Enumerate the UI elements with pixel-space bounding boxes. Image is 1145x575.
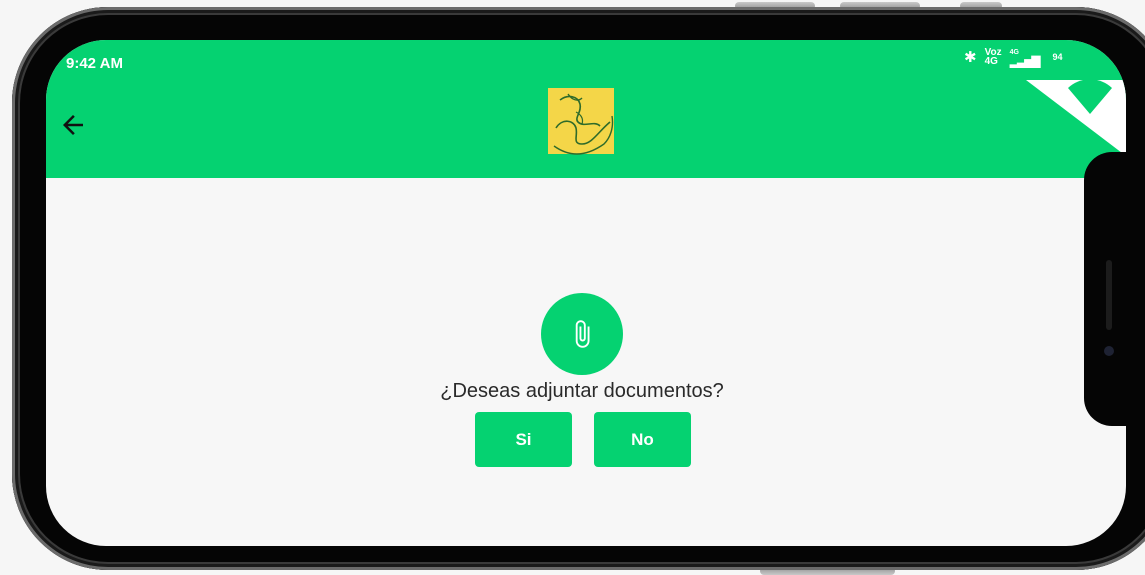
- yes-button[interactable]: Si: [475, 412, 572, 467]
- attachment-badge: [541, 293, 623, 375]
- no-button[interactable]: No: [594, 412, 691, 467]
- bluetooth-icon: ✱: [964, 49, 977, 66]
- arrow-left-icon[interactable]: [58, 110, 88, 140]
- phone-mockup: 9:42 AM ✱ Voz 4G 4G ▂▃▅▇ 94 ¿Deseas adju…: [0, 0, 1145, 575]
- app-logo: [548, 88, 614, 155]
- wifi-icon: [1026, 80, 1126, 156]
- voz-network: 4G: [984, 56, 998, 67]
- battery-level: 94: [1052, 52, 1063, 62]
- phone-screen: 9:42 AM ✱ Voz 4G 4G ▂▃▅▇ 94 ¿Deseas adju…: [46, 40, 1126, 546]
- signal-bars-icon: ▂▃▅▇: [1009, 54, 1041, 68]
- app-bar: 9:42 AM ✱ Voz 4G 4G ▂▃▅▇ 94: [46, 40, 1126, 178]
- front-camera: [1104, 346, 1114, 356]
- phone-notch: [1084, 152, 1145, 426]
- voz-indicator: Voz 4G: [984, 48, 1002, 67]
- status-time: 9:42 AM: [66, 55, 123, 72]
- paperclip-icon: [575, 320, 590, 348]
- attach-question: ¿Deseas adjuntar documentos?: [440, 380, 724, 402]
- earpiece-speaker: [1106, 260, 1112, 330]
- signal-indicator: 4G ▂▃▅▇: [1009, 49, 1041, 68]
- attach-prompt: ¿Deseas adjuntar documentos? Si No: [46, 178, 1126, 546]
- status-icons: ✱ Voz 4G 4G ▂▃▅▇ 94: [964, 48, 1063, 68]
